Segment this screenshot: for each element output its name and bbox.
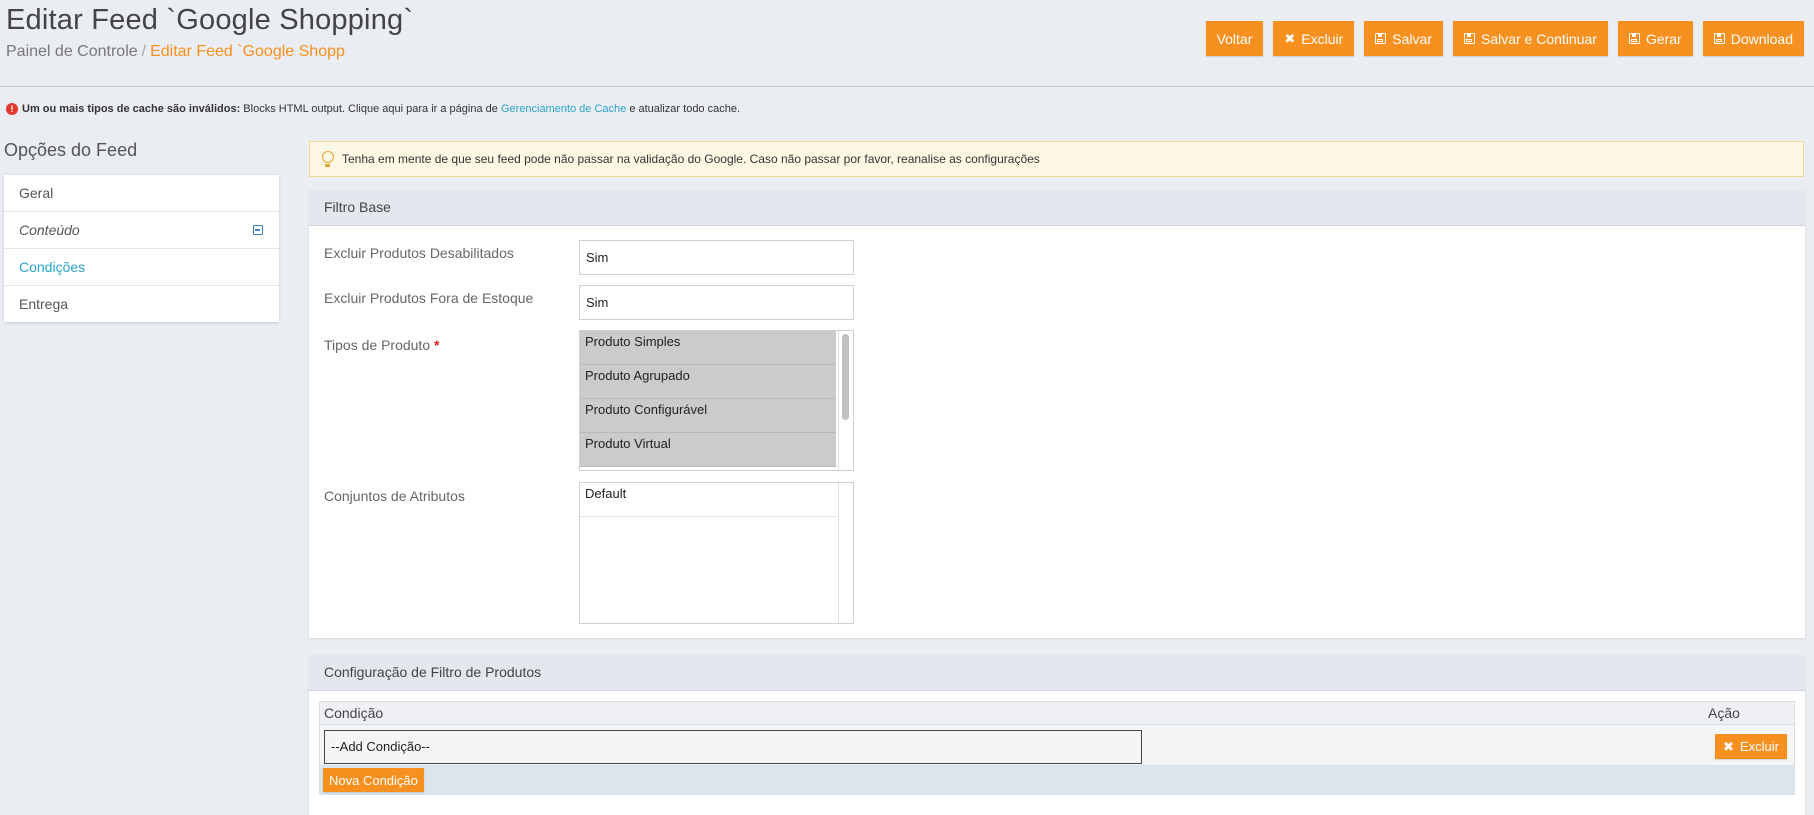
new-condition-button[interactable]: Nova Condição (323, 768, 424, 792)
exclude-disabled-label: Excluir Produtos Desabilitados (324, 245, 514, 261)
filtro-base-panel: Filtro Base Excluir Produtos Desabilitad… (309, 190, 1805, 638)
toolbar: Voltar ✖ Excluir Salvar Salvar e Continua… (1205, 21, 1804, 56)
sidebar-item-label: Geral (19, 185, 54, 201)
table-footer: Nova Condição (320, 766, 1794, 794)
panel-title: Configuração de Filtro de Produtos (309, 655, 1805, 691)
unsaved-floppy-icon (253, 225, 263, 235)
sidebar-item-label: Conteúdo (19, 222, 80, 238)
floppy-icon (1375, 33, 1387, 44)
close-icon: ✖ (1284, 31, 1296, 46)
product-types-label: Tipos de Produto * (324, 337, 439, 353)
attribute-sets-label: Conjuntos de Atributos (324, 488, 465, 504)
download-button-label: Download (1730, 30, 1793, 47)
multiselect-option[interactable]: Produto Virtual (580, 433, 836, 467)
notice-text-after: e atualizar todo cache. (626, 103, 741, 115)
multiselect-option[interactable]: Produto Agrupado (580, 365, 836, 399)
column-header-action: Ação (1708, 705, 1740, 721)
alert-icon: ! (6, 103, 18, 116)
sidebar-title: Opções do Feed (4, 140, 138, 160)
save-button[interactable]: Salvar (1364, 21, 1443, 56)
delete-condition-button[interactable]: ✖ Excluir (1715, 734, 1787, 759)
exclude-out-of-stock-select[interactable]: Sim (579, 285, 854, 320)
condition-select[interactable]: --Add Condição-- (324, 730, 1142, 764)
scrollbar-thumb[interactable] (842, 334, 849, 420)
floppy-icon (1628, 33, 1640, 44)
cache-notice: ! Um ou mais tipos de cache são inválidos… (6, 103, 741, 116)
cache-management-link[interactable]: Gerenciamento de Cache (501, 103, 626, 115)
conditions-table: Condição Ação --Add Condição-- ✖ Excluir … (319, 701, 1795, 795)
attribute-sets-multiselect[interactable]: Default (579, 482, 854, 624)
multiselect-option[interactable]: Default (580, 483, 836, 517)
sidebar: Geral Conteúdo Condições Entrega (4, 175, 279, 322)
multiselect-scrollbar[interactable] (838, 483, 853, 623)
exclude-out-of-stock-label: Excluir Produtos Fora de Estoque (324, 290, 534, 306)
page-header: Editar Feed `Google Shopping` Painel de … (0, 0, 1814, 87)
product-types-multiselect[interactable]: Produto Simples Produto Agrupado Produto… (579, 330, 854, 471)
validation-tip: Tenha em mente de que seu feed pode não … (309, 141, 1804, 177)
sidebar-item-conteudo[interactable]: Conteúdo (4, 212, 279, 249)
save-continue-button-label: Salvar e Continuar (1480, 30, 1597, 47)
page-title: Editar Feed `Google Shopping` (6, 4, 414, 36)
floppy-icon (1463, 33, 1475, 44)
save-continue-button[interactable]: Salvar e Continuar (1452, 21, 1608, 56)
table-header: Condição Ação (320, 702, 1794, 725)
multiselect-option[interactable]: Produto Configurável (580, 399, 836, 433)
generate-button-label: Gerar (1645, 30, 1682, 47)
column-header-condition: Condição (324, 705, 384, 721)
product-types-label-text: Tipos de Produto (324, 337, 431, 353)
download-button[interactable]: Download (1702, 21, 1804, 56)
panel-title: Filtro Base (309, 190, 1805, 226)
sidebar-item-geral[interactable]: Geral (4, 175, 279, 212)
product-filter-panel: Configuração de Filtro de Produtos Condi… (309, 655, 1805, 815)
breadcrumb: Painel de Controle / Editar Feed `Google S… (6, 43, 346, 61)
delete-button[interactable]: ✖ Excluir (1273, 21, 1355, 56)
lightbulb-icon (322, 151, 334, 167)
tip-text: Tenha em mente de que seu feed pode não … (342, 152, 1040, 166)
notice-bold: Um ou mais tipos de cache são inválidos: (22, 103, 241, 115)
sidebar-item-label: Entrega (19, 296, 69, 312)
delete-button-label: Excluir (1301, 30, 1344, 47)
floppy-icon (1713, 33, 1725, 44)
generate-button[interactable]: Gerar (1617, 21, 1693, 56)
breadcrumb-current: Editar Feed `Google Shopping` (150, 43, 346, 60)
close-icon: ✖ (1723, 739, 1734, 754)
breadcrumb-home[interactable]: Painel de Controle (6, 43, 138, 60)
delete-condition-label: Excluir (1739, 739, 1779, 754)
multiselect-scrollbar[interactable] (838, 331, 853, 470)
sidebar-item-entrega[interactable]: Entrega (4, 286, 279, 322)
required-mark: * (434, 337, 440, 353)
back-button-label: Voltar (1216, 30, 1253, 47)
breadcrumb-separator: / (141, 43, 147, 60)
exclude-disabled-select[interactable]: Sim (579, 240, 854, 275)
multiselect-option[interactable]: Produto Simples (580, 331, 836, 365)
table-row: --Add Condição-- ✖ Excluir (320, 725, 1794, 766)
notice-text-before: Blocks HTML output. Clique aqui para ir … (240, 103, 501, 115)
sidebar-item-condicoes[interactable]: Condições (4, 249, 279, 286)
back-button[interactable]: Voltar (1205, 21, 1264, 56)
sidebar-item-label: Condições (19, 259, 86, 275)
save-button-label: Salvar (1392, 30, 1432, 47)
